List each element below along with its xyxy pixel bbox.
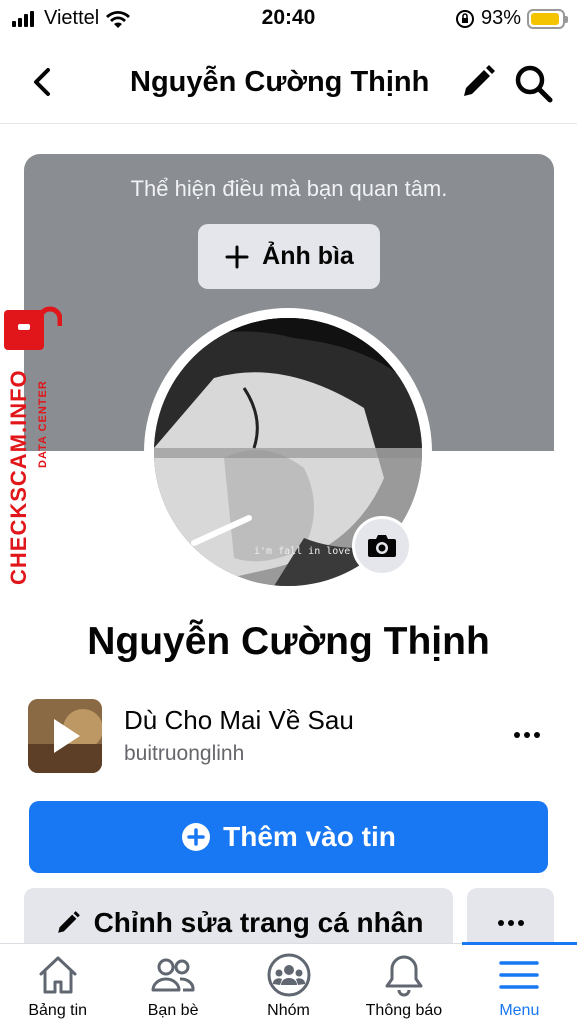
- battery-icon: [527, 8, 568, 29]
- lock-icon: [4, 306, 62, 350]
- music-thumbnail[interactable]: [28, 699, 102, 773]
- search-icon: [515, 65, 553, 103]
- edit-profile-label: Chỉnh sửa trang cá nhân: [93, 907, 424, 938]
- home-icon: [39, 956, 77, 994]
- header-title: Nguyễn Cường Thịnh: [130, 66, 430, 98]
- add-story-button[interactable]: Thêm vào tin: [29, 801, 548, 873]
- watermark-subtext: DATA CENTER: [37, 380, 49, 468]
- add-cover-photo-button[interactable]: Ảnh bìa: [198, 224, 380, 289]
- tab-label: Thông báo: [365, 1002, 443, 1019]
- tab-groups[interactable]: Nhóm: [231, 944, 346, 1024]
- groups-icon: [267, 953, 311, 997]
- profile-music[interactable]: Dù Cho Mai Về Sau buitruonglinh: [28, 699, 548, 775]
- status-right: 93%: [455, 7, 568, 30]
- tab-news-feed[interactable]: Bảng tin: [0, 944, 115, 1024]
- tab-bar: Bảng tin Bạn bè Nhóm Thông báo Menu: [0, 942, 577, 1024]
- watermark-text: CHECKSCAM.INFO: [6, 369, 31, 585]
- friends-icon: [151, 958, 195, 992]
- music-artist: buitruonglinh: [124, 742, 245, 765]
- cover-hint: Thể hiện điều mà bạn quan tâm.: [130, 176, 448, 201]
- bell-icon: [385, 955, 423, 997]
- add-cover-label: Ảnh bìa: [262, 242, 354, 270]
- plus-icon: [225, 245, 249, 268]
- pencil-icon: [464, 65, 495, 96]
- tab-friends[interactable]: Bạn bè: [115, 944, 230, 1024]
- music-title: Dù Cho Mai Về Sau: [124, 705, 354, 735]
- tab-label: Bảng tin: [28, 1002, 88, 1019]
- profile-name: Nguyễn Cường Thịnh: [87, 620, 490, 663]
- tab-label: Bạn bè: [147, 1002, 199, 1019]
- tab-notifications[interactable]: Thông báo: [346, 944, 461, 1024]
- tab-menu[interactable]: Menu: [461, 942, 577, 1024]
- music-more-button[interactable]: [510, 723, 544, 747]
- menu-icon: [499, 961, 540, 989]
- add-story-label: Thêm vào tin: [223, 821, 396, 852]
- pencil-icon: [57, 911, 80, 933]
- change-avatar-button[interactable]: [352, 516, 412, 576]
- back-icon: [34, 68, 50, 96]
- battery-percent: 93%: [480, 7, 521, 29]
- plus-circle-icon: [182, 823, 211, 851]
- orientation-lock-icon: [455, 9, 474, 28]
- camera-icon: [368, 535, 396, 557]
- tab-label: Menu: [499, 1002, 540, 1019]
- edit-name-button[interactable]: [458, 62, 498, 102]
- battery-level: [531, 12, 559, 25]
- search-button[interactable]: [512, 62, 556, 106]
- tab-label: Nhóm: [267, 1002, 310, 1019]
- status-bar: Viettel 20:40 93%: [0, 0, 577, 38]
- back-button[interactable]: [24, 62, 64, 102]
- header: Nguyễn Cường Thịnh: [0, 44, 577, 124]
- play-icon: [28, 699, 102, 773]
